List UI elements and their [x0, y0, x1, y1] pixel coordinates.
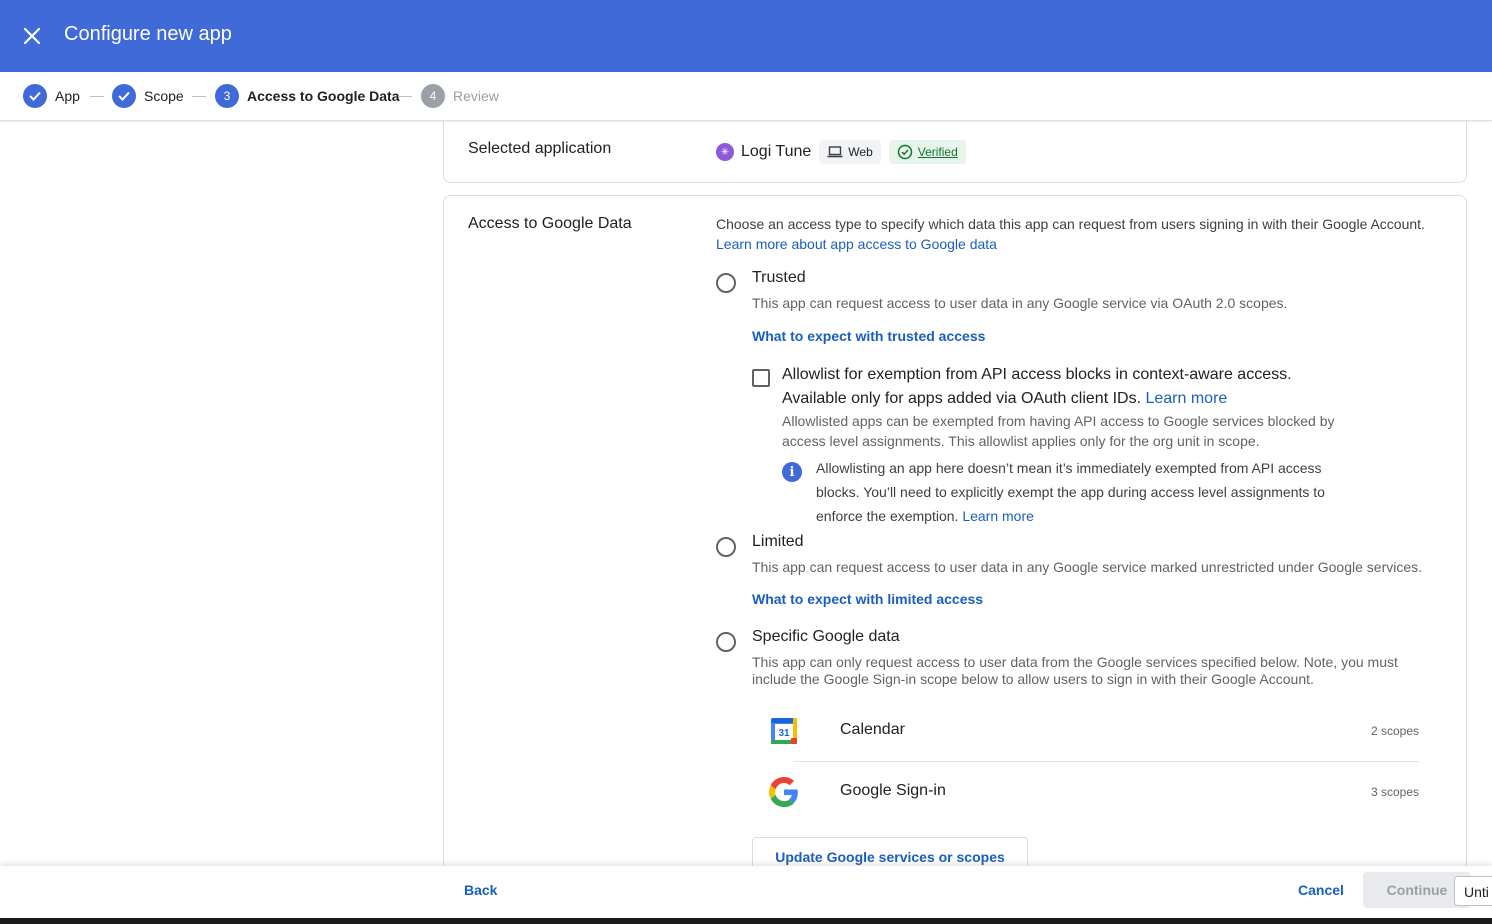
option-description-limited: This app can request access to user data… [752, 559, 1423, 575]
allowlist-title-text: Allowlist for exemption from API access … [782, 366, 1292, 383]
overlapping-tab[interactable]: Unti [1454, 876, 1492, 906]
step-scope[interactable]: Scope [112, 84, 184, 108]
info-learn-more-link[interactable]: Learn more [962, 508, 1034, 524]
app-logo-icon: ✳ [716, 143, 734, 161]
radio-trusted[interactable] [716, 273, 736, 293]
step-app[interactable]: App [23, 84, 80, 108]
step-number: 4 [421, 84, 445, 108]
app-info: ✳ Logi Tune Web Verified [716, 140, 966, 164]
allowlist-checkbox[interactable] [752, 369, 770, 387]
step-number: 3 [215, 84, 239, 108]
app-header: Configure new app [0, 0, 1492, 72]
allowlist-info-text: Allowlisting an app here doesn’t mean it… [816, 460, 1325, 524]
option-description-trusted: This app can request access to user data… [752, 295, 1288, 311]
step-divider [192, 96, 206, 97]
service-name: Calendar [840, 721, 905, 738]
option-title-specific: Specific Google data [752, 628, 900, 645]
cancel-button[interactable]: Cancel [1298, 882, 1344, 898]
check-icon [23, 84, 47, 108]
google-g-icon [769, 777, 798, 807]
step-label: App [55, 88, 80, 104]
access-card: Access to Google Data Choose an access t… [443, 195, 1467, 895]
option-title-trusted: Trusted [752, 269, 806, 286]
radio-limited[interactable] [716, 537, 736, 557]
step-review[interactable]: 4 Review [421, 84, 499, 108]
step-divider [90, 96, 104, 97]
platform-chip: Web [819, 140, 881, 164]
step-label: Scope [144, 88, 184, 104]
step-divider [398, 96, 412, 97]
platform-label: Web [848, 145, 873, 159]
laptop-icon [827, 146, 843, 158]
calendar-day: 31 [778, 728, 790, 739]
learn-more-link[interactable]: Learn more about app access to Google da… [716, 236, 997, 252]
allowlist-subtitle: Available only for apps added via OAuth … [782, 390, 1142, 407]
option-title-limited: Limited [752, 533, 804, 550]
step-label: Review [453, 88, 499, 104]
access-description-text: Choose an access type to specify which d… [716, 216, 1425, 232]
allowlist-learn-more-link[interactable]: Learn more [1145, 390, 1227, 407]
service-scope-count: 3 scopes [1370, 785, 1419, 799]
check-icon [112, 84, 136, 108]
allowlist-info: Allowlisting an app here doesn’t mean it… [816, 456, 1346, 528]
access-description: Choose an access type to specify which d… [716, 214, 1425, 254]
verified-label: Verified [917, 145, 958, 159]
section-label: Selected application [468, 140, 612, 157]
allowlist-description: Allowlisted apps can be exempted from ha… [782, 413, 1335, 449]
trusted-access-link[interactable]: What to expect with trusted access [752, 328, 985, 344]
service-name: Google Sign-in [840, 782, 946, 799]
service-row-calendar[interactable]: 31 Calendar 2 scopes [752, 701, 1419, 761]
step-label: Access to Google Data [247, 88, 400, 104]
page-title: Configure new app [64, 23, 232, 45]
radio-specific[interactable] [716, 632, 736, 652]
verified-chip[interactable]: Verified [888, 140, 966, 164]
limited-access-link[interactable]: What to expect with limited access [752, 591, 983, 607]
step-access[interactable]: 3 Access to Google Data [215, 84, 400, 108]
footer-bar: Back Cancel Continue Unti [0, 866, 1492, 918]
window-bottom-edge [0, 918, 1492, 924]
service-scope-count: 2 scopes [1370, 724, 1419, 738]
back-button[interactable]: Back [464, 882, 497, 898]
option-description-specific: This app can only request access to user… [752, 654, 1398, 687]
section-label: Access to Google Data [468, 215, 632, 232]
allowlist-title: Allowlist for exemption from API access … [782, 363, 1382, 411]
check-circle-icon [897, 144, 912, 160]
google-calendar-icon: 31 [771, 718, 797, 744]
app-name: Logi Tune [741, 143, 812, 160]
close-icon[interactable] [20, 24, 44, 48]
service-row-google-sign-in[interactable]: Google Sign-in 3 scopes [752, 762, 1419, 822]
info-icon: i [782, 462, 802, 482]
